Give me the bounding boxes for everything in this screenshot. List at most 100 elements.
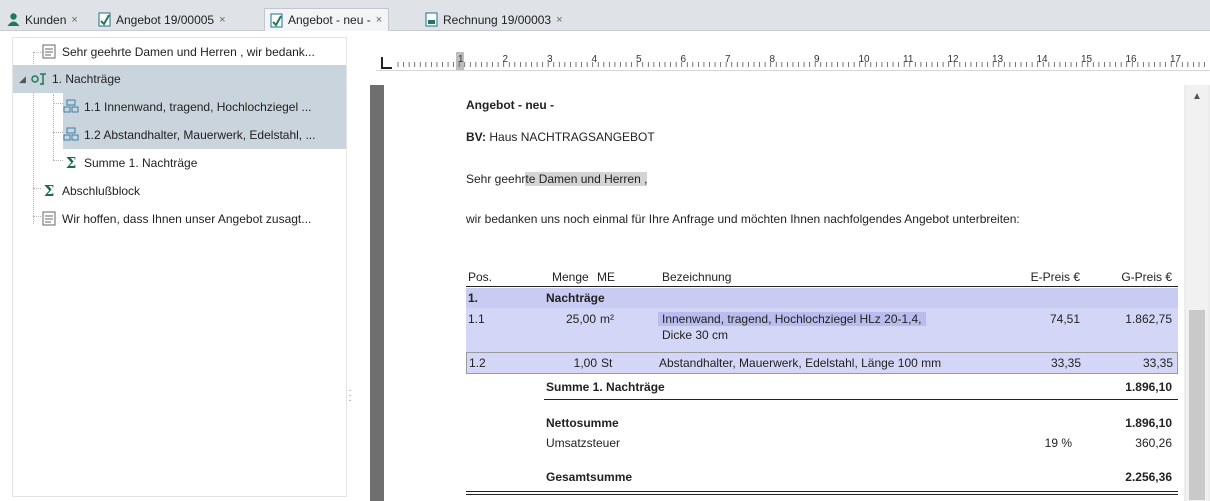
group-pos: 1. xyxy=(468,291,479,305)
header-menge: Menge xyxy=(552,270,589,284)
tree-guide-line xyxy=(33,216,41,217)
subtotal-row[interactable]: Summe 1. Nachträge 1.896,10 xyxy=(466,378,1178,400)
document-structure-tree: Sehr geehrte Damen und Herren , wir beda… xyxy=(12,37,347,497)
ruler-scale: 1 2 3 4 5 6 7 8 9 10 11 12 13 14 15 16 17 xyxy=(381,52,1205,70)
grand-total-row[interactable]: Gesamtsumme 2.256,36 xyxy=(466,468,1178,490)
tree-guide-line xyxy=(53,103,63,104)
ruler-number: 16 xyxy=(1126,54,1138,65)
vat-value: 360,26 xyxy=(1135,436,1172,450)
header-pos: Pos. xyxy=(468,270,493,284)
tree-item-label: Wir hoffen, dass Ihnen unser Angebot zus… xyxy=(62,212,312,226)
tab-kunden[interactable]: Kunden × xyxy=(6,9,78,30)
ruler-number: 3 xyxy=(547,54,553,65)
document-heading: Angebot - neu - xyxy=(466,98,554,112)
row-pos: 1.1 xyxy=(468,312,485,326)
row-menge: 1,00 xyxy=(573,356,597,370)
tree-item-salutation[interactable]: Sehr geehrte Damen und Herren , wir beda… xyxy=(41,38,346,66)
ruler-number: 10 xyxy=(859,54,871,65)
tab-label: Angebot - neu - xyxy=(288,13,371,27)
header-e-preis: E-Preis € xyxy=(1030,270,1080,284)
table-row[interactable]: 1.1 25,00 m² Innenwand, tragend, Hochloc… xyxy=(466,308,1178,352)
grand-total-label: Gesamtsumme xyxy=(546,470,633,484)
row-e-preis: 33,35 xyxy=(1050,356,1081,370)
tree-item-position-1-1[interactable]: 1.1 Innenwand, tragend, Hochlochziegel .… xyxy=(63,93,346,121)
tab-close-icon[interactable]: × xyxy=(376,14,382,26)
tab-close-icon[interactable]: × xyxy=(556,14,562,26)
grand-total-rule-top xyxy=(466,491,1178,492)
row-g-preis: 33,35 xyxy=(1142,356,1173,370)
ruler-number: 4 xyxy=(592,54,598,65)
net-total-label: Nettosumme xyxy=(546,416,619,430)
table-group-row[interactable]: 1. Nachträge xyxy=(466,288,1178,308)
tree-item-closing-text[interactable]: Wir hoffen, dass Ihnen unser Angebot zus… xyxy=(41,205,346,233)
grand-total-value: 2.256,36 xyxy=(1125,470,1172,484)
tab-rechnung-19-00003[interactable]: Rechnung 19/00003 × xyxy=(424,9,563,30)
tree-item-summe-nachtraege[interactable]: Σ Summe 1. Nachträge xyxy=(63,149,346,177)
building-project-line: BV: Haus NACHTRAGSANGEBOT xyxy=(466,130,655,144)
salutation-line[interactable]: Sehr geehrte Damen und Herren , xyxy=(466,172,648,186)
bv-label: BV: xyxy=(466,130,487,144)
table-row[interactable]: 1.2 1,00 St Abstandhalter, Mauerwerk, Ed… xyxy=(466,352,1178,374)
customer-icon xyxy=(6,12,21,27)
document-tab-bar: Kunden × Angebot 19/00005 × Angebot - ne… xyxy=(0,0,1210,31)
row-e-preis: 74,51 xyxy=(1049,312,1080,326)
tree-item-abschlussblock[interactable]: Σ Abschlußblock xyxy=(41,177,346,205)
row-bezeichnung-line-1: Innenwand, tragend, Hochlochziegel HLz 2… xyxy=(658,312,926,326)
net-total-value: 1.896,10 xyxy=(1125,416,1172,430)
vertical-scrollbar[interactable]: ▲ xyxy=(1186,85,1208,501)
salutation-field-highlight[interactable]: te Damen und Herren , xyxy=(525,172,648,186)
ruler-number: 13 xyxy=(992,54,1004,65)
ruler-number: 2 xyxy=(503,54,509,65)
scroll-up-icon[interactable]: ▲ xyxy=(1192,91,1202,102)
group-title: Nachträge xyxy=(546,291,605,305)
invoice-document-icon xyxy=(424,12,439,27)
row-bezeichnung-line-2: Dicke 30 cm xyxy=(662,328,729,342)
tree-guide-line xyxy=(53,160,63,161)
ruler-number: 8 xyxy=(770,54,776,65)
vat-rate: 19 % xyxy=(1044,436,1072,450)
ruler-number: 12 xyxy=(948,54,960,65)
net-total-row[interactable]: Nettosumme 1.896,10 xyxy=(466,414,1178,434)
tree-item-label: 1. Nachträge xyxy=(52,72,121,86)
panel-splitter-handle[interactable]: · · · xyxy=(348,386,352,408)
header-me: ME xyxy=(597,270,615,284)
row-g-preis: 1.862,75 xyxy=(1125,312,1172,326)
tree-item-label: Summe 1. Nachträge xyxy=(84,156,198,170)
page-margin-shadow xyxy=(370,85,384,501)
scrollbar-thumb[interactable] xyxy=(1189,310,1205,500)
offer-document-icon xyxy=(97,12,112,27)
row-pos: 1.2 xyxy=(469,356,486,370)
horizontal-ruler[interactable]: 1 2 3 4 5 6 7 8 9 10 11 12 13 14 15 16 17 xyxy=(376,49,1210,71)
tab-close-icon[interactable]: × xyxy=(71,14,77,26)
sum-icon: Σ xyxy=(43,182,55,200)
salutation-text: Sehr geehr xyxy=(466,172,526,186)
tab-close-icon[interactable]: × xyxy=(219,14,225,26)
tab-angebot-neu[interactable]: Angebot - neu - × xyxy=(264,8,390,31)
row-me: St xyxy=(601,356,613,370)
tree-item-position-1-2[interactable]: 1.2 Abstandhalter, Mauerwerk, Edelstahl,… xyxy=(63,121,346,149)
intro-text: wir bedanken uns noch einmal für Ihre An… xyxy=(466,212,1020,226)
bv-value: Haus NACHTRAGSANGEBOT xyxy=(489,130,655,144)
ruler-number: 7 xyxy=(725,54,731,65)
tree-guide-line xyxy=(53,132,63,133)
vat-row[interactable]: Umsatzsteuer 19 % 360,26 xyxy=(466,434,1178,454)
grand-total-rule-bottom xyxy=(466,494,1178,495)
tab-stop-icon[interactable] xyxy=(381,57,392,69)
row-me: m² xyxy=(600,312,614,326)
ruler-number: 15 xyxy=(1081,54,1093,65)
offer-document-icon xyxy=(269,13,284,28)
tab-angebot-19-00005[interactable]: Angebot 19/00005 × xyxy=(97,9,226,30)
position-icon xyxy=(63,99,79,115)
ruler-number: 14 xyxy=(1037,54,1049,65)
position-icon xyxy=(63,127,79,143)
text-block-icon xyxy=(41,44,57,60)
subtotal-value: 1.896,10 xyxy=(1125,380,1172,394)
ruler-number: 5 xyxy=(636,54,642,65)
tree-item-nachtraege[interactable]: ◢ 1. Nachträge xyxy=(13,65,346,93)
ruler-number: 1 xyxy=(458,54,464,65)
tab-label: Angebot 19/00005 xyxy=(116,12,215,27)
table-header-rule xyxy=(466,286,1178,287)
collapse-arrow-icon[interactable]: ◢ xyxy=(19,74,31,85)
header-g-preis: G-Preis € xyxy=(1121,270,1172,284)
tab-label: Kunden xyxy=(25,12,67,27)
